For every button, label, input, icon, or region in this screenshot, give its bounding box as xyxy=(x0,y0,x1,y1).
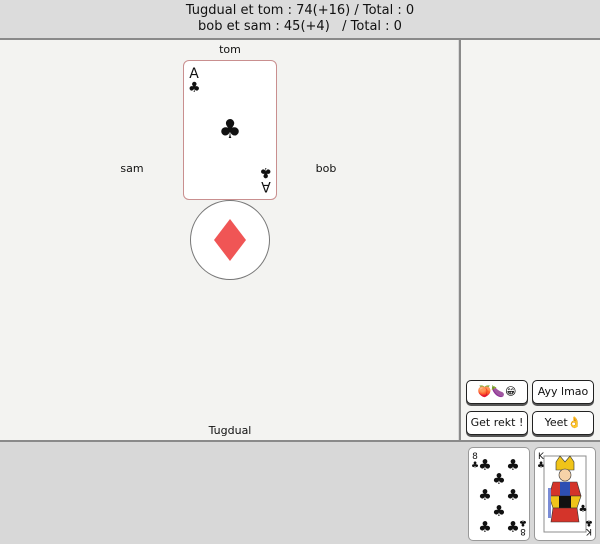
played-card-ace-of-clubs: A ♣ ♣ A ♣ xyxy=(183,60,277,200)
svg-text:♣: ♣ xyxy=(478,518,491,536)
emote-button-yeet[interactable]: Yeet👌 xyxy=(532,411,594,435)
emote-button-get-rekt[interactable]: Get rekt ! xyxy=(466,411,528,435)
card-corner-top: A ♣ xyxy=(188,66,201,96)
card-rank: 8 xyxy=(520,526,526,536)
player-bottom-name: Tugdual xyxy=(208,424,252,437)
card-rank: A xyxy=(261,178,271,194)
card-rank: A xyxy=(189,66,199,82)
svg-text:♣: ♣ xyxy=(492,470,505,488)
clubs-icon: ♣ xyxy=(218,115,242,145)
svg-text:♣: ♣ xyxy=(579,504,588,515)
clubs-icon: ♣ xyxy=(259,164,272,180)
emote-button-peach-eggplant[interactable]: 🍑🍆😁 xyxy=(466,380,528,404)
player-top-name: tom xyxy=(219,43,241,56)
clubs-icon: ♣ xyxy=(188,80,201,96)
player-left-name: sam xyxy=(120,162,144,175)
card-corner-bottom: A ♣ xyxy=(259,164,272,194)
svg-text:♣: ♣ xyxy=(492,502,505,520)
team1-score: Tugdual et tom : 74(+16) / Total : 0 xyxy=(185,3,415,18)
svg-text:♣: ♣ xyxy=(478,486,491,504)
diamond-icon xyxy=(214,219,246,261)
card-corner-bottom: 8 ♣ xyxy=(518,517,527,536)
hand-card-eight-of-clubs[interactable]: 8 ♣ ♣ ♣ ♣ ♣ ♣ ♣ ♣ ♣ 8 ♣ xyxy=(468,447,530,541)
trump-indicator xyxy=(190,200,270,280)
svg-text:♣: ♣ xyxy=(506,486,519,504)
team2-score: bob et sam : 45(+4) / Total : 0 xyxy=(198,19,402,34)
svg-text:♣: ♣ xyxy=(478,456,491,474)
hand-card-king-of-clubs[interactable]: K ♣ ♣ K ♣ xyxy=(534,447,596,541)
card-corner-bottom: K ♣ xyxy=(584,517,593,536)
player-right-name: bob xyxy=(315,162,337,175)
emote-button-ayy-lmao[interactable]: Ayy lmao xyxy=(532,380,594,404)
clubs-icon: ♣ xyxy=(518,517,527,527)
score-bar: Tugdual et tom : 74(+16) / Total : 0 bob… xyxy=(0,0,600,40)
clubs-icon: ♣ xyxy=(584,517,593,527)
svg-text:♣: ♣ xyxy=(506,518,519,536)
svg-text:♣: ♣ xyxy=(506,456,519,474)
card-rank: K xyxy=(586,526,592,536)
